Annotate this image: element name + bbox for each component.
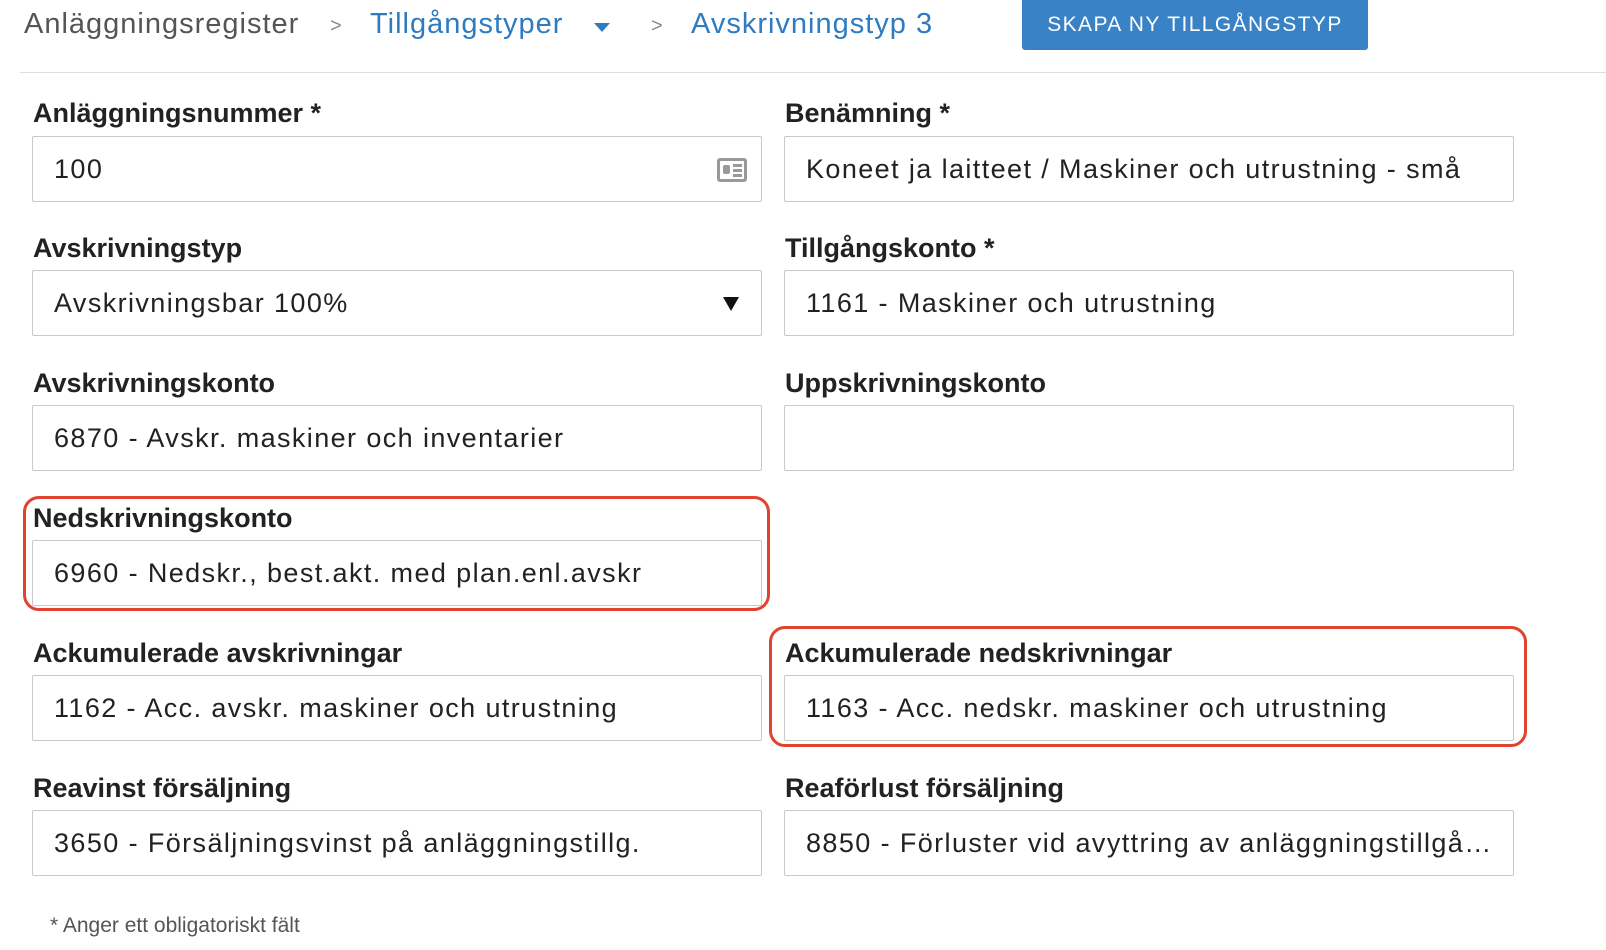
name-value: Koneet ja laitteet / Maskiner och utrust… bbox=[806, 154, 1462, 184]
asset-number-value: 100 bbox=[54, 154, 104, 184]
acc-depreciation-label: Ackumulerade avskrivningar bbox=[33, 638, 403, 668]
id-card-icon[interactable] bbox=[717, 158, 747, 182]
breadcrumb-current[interactable]: Avskrivningstyp 3 bbox=[691, 8, 933, 41]
revaluation-account-label: Uppskrivningskonto bbox=[785, 368, 1047, 398]
acc-depreciation-input[interactable]: 1162 - Acc. avskr. maskiner och utrustni… bbox=[32, 675, 762, 741]
asset-number-label: Anläggningsnummer * bbox=[33, 98, 322, 128]
sale-loss-value: 8850 - Förluster vid avyttring av anlägg… bbox=[806, 828, 1496, 858]
asset-account-value: 1161 - Maskiner och utrustning bbox=[806, 288, 1217, 318]
depreciation-account-input[interactable]: 6870 - Avskr. maskiner och inventarier bbox=[32, 405, 762, 471]
asset-account-label: Tillgångskonto * bbox=[785, 233, 995, 263]
sale-gain-label: Reavinst försäljning bbox=[33, 773, 292, 803]
breadcrumb-asset-types[interactable]: Tillgångstyper bbox=[370, 8, 563, 41]
breadcrumb-separator: > bbox=[651, 15, 663, 37]
sale-gain-input[interactable]: 3650 - Försäljningsvinst på anläggningst… bbox=[32, 810, 762, 876]
dropdown-arrow-icon[interactable] bbox=[723, 297, 739, 311]
asset-account-input[interactable]: 1161 - Maskiner och utrustning bbox=[784, 270, 1514, 336]
top-bar: Anläggningsregister > Tillgångstyper > A… bbox=[0, 0, 1606, 74]
chevron-down-icon[interactable] bbox=[594, 23, 610, 32]
sale-loss-input[interactable]: 8850 - Förluster vid avyttring av anlägg… bbox=[784, 810, 1514, 876]
name-input[interactable]: Koneet ja laitteet / Maskiner och utrust… bbox=[784, 136, 1514, 202]
highlight-acc-writedowns bbox=[769, 626, 1527, 747]
breadcrumb-root[interactable]: Anläggningsregister bbox=[24, 8, 299, 41]
sale-loss-label: Reaförlust försäljning bbox=[785, 773, 1065, 803]
depreciation-type-value: Avskrivningsbar 100% bbox=[54, 288, 349, 318]
asset-number-input[interactable]: 100 bbox=[32, 136, 762, 202]
sale-gain-value: 3650 - Försäljningsvinst på anläggningst… bbox=[54, 828, 641, 858]
create-asset-type-button[interactable]: SKAPA NY TILLGÅNGSTYP bbox=[1022, 0, 1368, 50]
required-footnote: * Anger ett obligatoriskt fält bbox=[50, 914, 300, 937]
depreciation-account-value: 6870 - Avskr. maskiner och inventarier bbox=[54, 423, 565, 453]
revaluation-account-input[interactable] bbox=[784, 405, 1514, 471]
depreciation-type-select[interactable]: Avskrivningsbar 100% bbox=[32, 270, 762, 336]
breadcrumb-separator: > bbox=[330, 15, 342, 37]
highlight-writedown-account bbox=[23, 496, 770, 611]
depreciation-account-label: Avskrivningskonto bbox=[33, 368, 276, 398]
header-divider bbox=[20, 72, 1606, 73]
acc-depreciation-value: 1162 - Acc. avskr. maskiner och utrustni… bbox=[54, 693, 619, 723]
depreciation-type-label: Avskrivningstyp bbox=[33, 233, 243, 263]
name-label: Benämning * bbox=[785, 98, 951, 128]
